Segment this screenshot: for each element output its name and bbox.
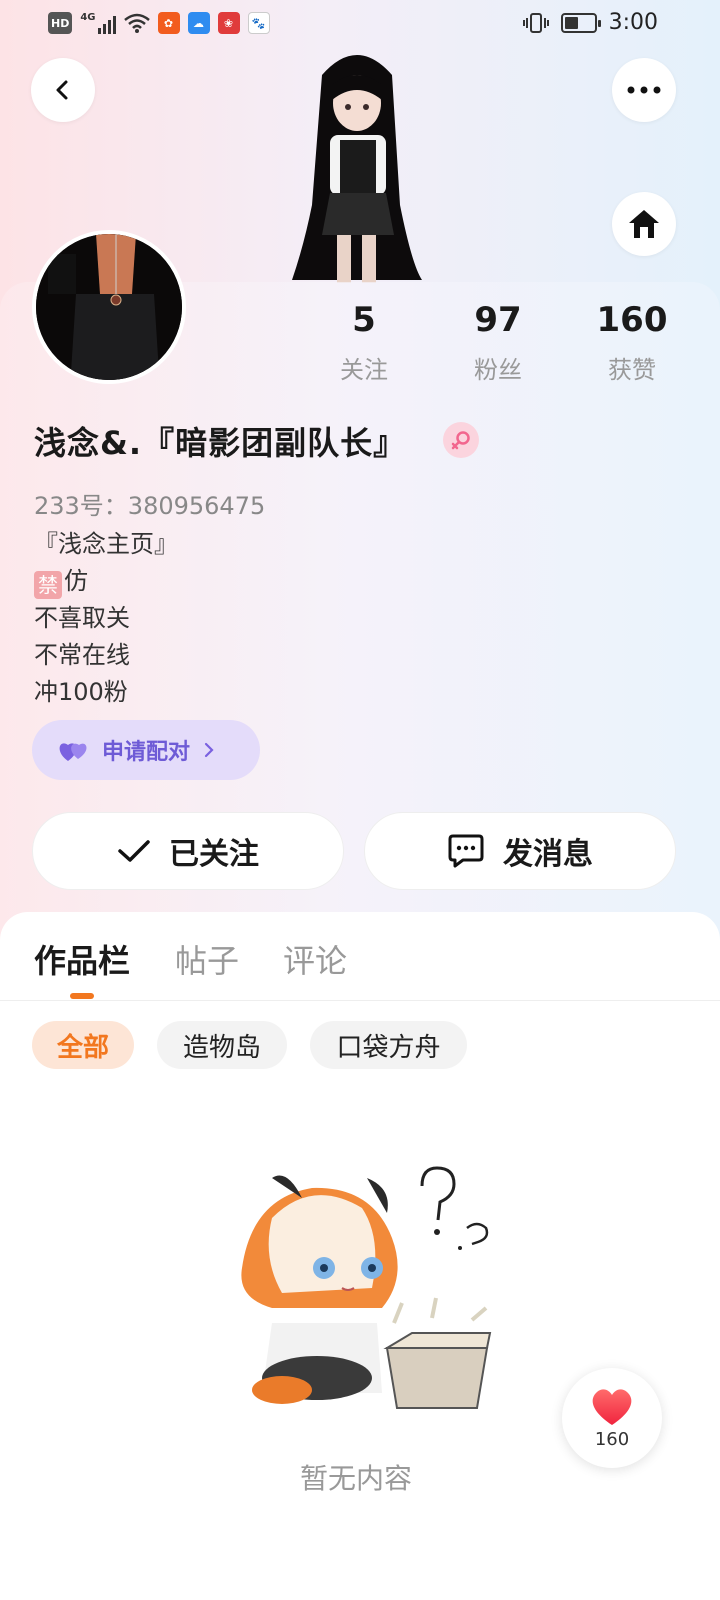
active-tab-indicator bbox=[70, 993, 94, 999]
send-message-button[interactable]: 发消息 bbox=[364, 812, 676, 890]
followers-stat[interactable]: 97 粉丝 bbox=[438, 300, 558, 385]
followers-count: 97 bbox=[474, 300, 522, 340]
status-bar: HD 4G ✿ ☁ ❀ 🐾 3:00 bbox=[0, 0, 720, 50]
status-time: 3:00 bbox=[608, 10, 658, 35]
baidu-icon: 🐾 bbox=[247, 12, 270, 34]
following-stat[interactable]: 5 关注 bbox=[304, 300, 424, 385]
check-icon bbox=[118, 840, 150, 862]
chat-bubble-icon bbox=[448, 834, 484, 868]
wifi-icon bbox=[123, 13, 150, 33]
home-icon bbox=[629, 210, 659, 238]
likes-stat[interactable]: 160 获赞 bbox=[572, 300, 692, 385]
likes-count: 160 bbox=[596, 300, 668, 340]
empty-state-illustration bbox=[241, 1166, 492, 1409]
character-figure bbox=[292, 55, 422, 283]
send-message-label: 发消息 bbox=[503, 837, 593, 872]
tab-works[interactable]: 作品栏 bbox=[34, 936, 130, 982]
profile-stats: 5 关注 97 粉丝 160 获赞 bbox=[300, 300, 700, 390]
bio-line-4: 不常在线 bbox=[34, 641, 130, 669]
filter-pocket-ark[interactable]: 口袋方舟 bbox=[310, 1021, 467, 1069]
tab-comments[interactable]: 评论 bbox=[283, 936, 347, 982]
tab-divider bbox=[0, 1000, 720, 1001]
cloud-icon: ☁ bbox=[187, 12, 210, 34]
following-button[interactable]: 已关注 bbox=[32, 812, 344, 890]
female-gender-icon bbox=[443, 422, 479, 458]
username: 浅念&.『暗影团副队长』 bbox=[34, 424, 407, 462]
avatar[interactable] bbox=[32, 230, 186, 384]
like-button[interactable]: 160 bbox=[562, 1368, 662, 1468]
bio-line-3: 不喜取关 bbox=[34, 604, 130, 632]
bio: 『浅念主页』 禁仿 不喜取关 不常在线 冲100粉 bbox=[34, 526, 178, 711]
more-dots-icon bbox=[627, 86, 661, 94]
chevron-right-icon bbox=[204, 742, 214, 758]
apply-pair-label: 申请配对 bbox=[102, 740, 191, 765]
following-button-label: 已关注 bbox=[169, 837, 259, 872]
hd-icon: HD bbox=[48, 12, 73, 34]
signal-icon: 4G bbox=[80, 12, 116, 34]
hearts-icon bbox=[59, 743, 87, 761]
like-count: 160 bbox=[594, 1428, 630, 1450]
chevron-left-icon bbox=[56, 80, 68, 100]
app-icon-1: ✿ bbox=[157, 12, 180, 34]
bio-line-5: 冲100粉 bbox=[34, 678, 128, 706]
home-button[interactable] bbox=[612, 192, 676, 256]
followers-label: 粉丝 bbox=[474, 356, 522, 384]
tab-posts[interactable]: 帖子 bbox=[175, 936, 239, 982]
ban-emoji-icon: 禁 bbox=[34, 571, 62, 599]
likes-label: 获赞 bbox=[608, 356, 656, 384]
battery-icon bbox=[560, 12, 601, 33]
bio-line-2-text: 仿 bbox=[64, 567, 88, 595]
app-icon-2: ❀ bbox=[217, 12, 240, 34]
following-label: 关注 bbox=[340, 356, 388, 384]
vibrate-icon bbox=[522, 12, 549, 33]
more-button[interactable] bbox=[612, 58, 676, 122]
user-id: 233号：380956475 bbox=[34, 492, 266, 520]
back-button[interactable] bbox=[31, 58, 95, 122]
apply-pair-button[interactable]: 申请配对 bbox=[32, 720, 260, 780]
heart-icon bbox=[592, 1388, 632, 1425]
filter-all[interactable]: 全部 bbox=[32, 1021, 134, 1069]
filter-creation-island[interactable]: 造物岛 bbox=[157, 1021, 287, 1069]
signal-label: 4G bbox=[80, 12, 96, 23]
following-count: 5 bbox=[352, 300, 376, 340]
bio-line-2: 禁仿 bbox=[34, 563, 178, 600]
bio-line-1: 『浅念主页』 bbox=[34, 530, 178, 558]
